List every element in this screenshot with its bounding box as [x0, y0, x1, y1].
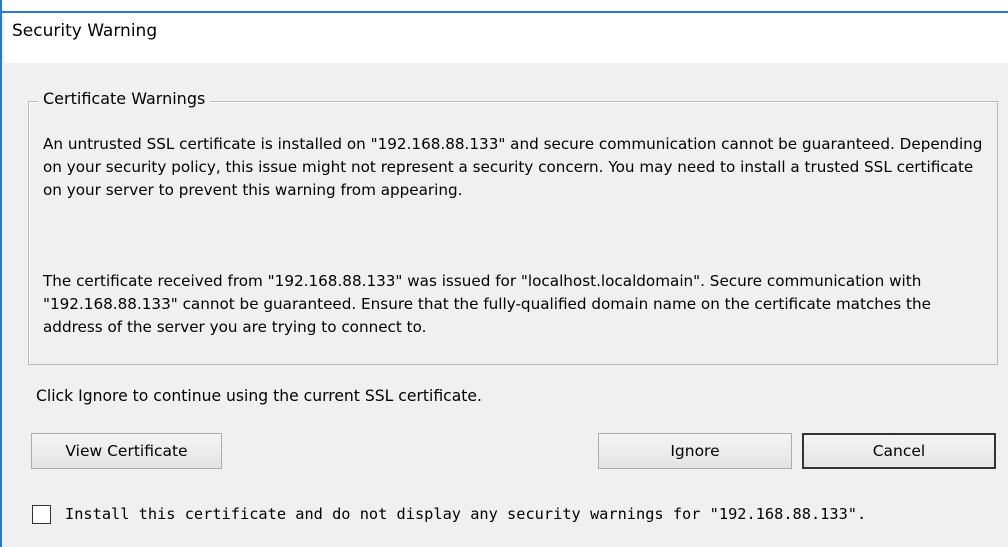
- window-title: Security Warning: [12, 21, 158, 41]
- install-certificate-option[interactable]: Install this certificate and do not disp…: [32, 503, 866, 525]
- background-window-edge: [2, 0, 1008, 13]
- group-legend: Certificate Warnings: [38, 89, 211, 109]
- security-warning-dialog: Security Warning Certificate Warnings An…: [0, 0, 1008, 547]
- domain-mismatch-message: The certificate received from "192.168.8…: [43, 272, 931, 336]
- ignore-hint-text: Click Ignore to continue using the curre…: [36, 387, 482, 405]
- cancel-button[interactable]: Cancel: [802, 433, 996, 469]
- install-certificate-checkbox[interactable]: [32, 504, 51, 524]
- install-certificate-label[interactable]: Install this certificate and do not disp…: [65, 504, 866, 524]
- ignore-button[interactable]: Ignore: [598, 433, 792, 469]
- untrusted-certificate-message: An untrusted SSL certificate is installe…: [43, 135, 983, 199]
- view-certificate-button[interactable]: View Certificate: [31, 433, 222, 469]
